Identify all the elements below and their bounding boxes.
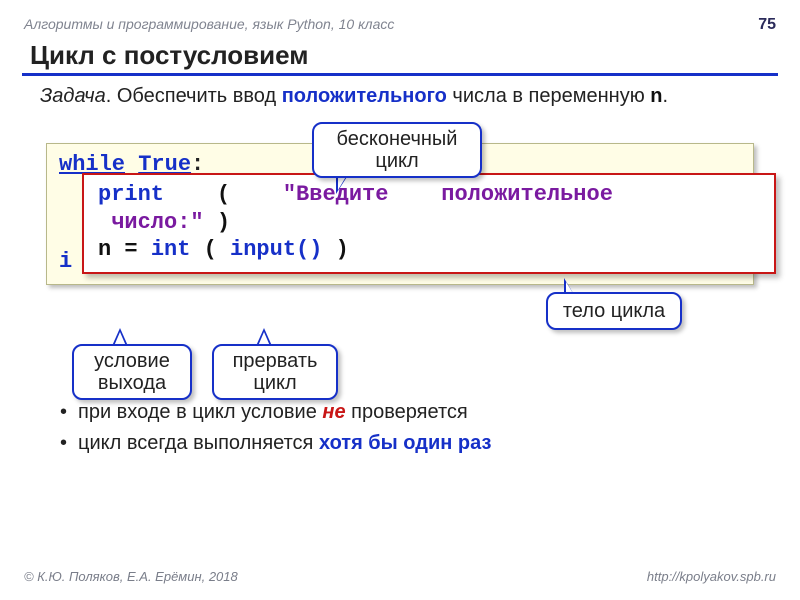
bullet-1: при входе в цикл условие не проверяется <box>60 401 784 424</box>
task-keyword: положительного <box>282 85 447 107</box>
tok-open2: ( <box>204 237 217 262</box>
callout-infinite-loop: бесконечный цикл <box>312 122 482 178</box>
footer-right: http://kpolyakov.spb.ru <box>647 569 776 584</box>
footer: © К.Ю. Поляков, Е.А. Ерёмин, 2018 http:/… <box>24 569 776 584</box>
b1-post: проверяется <box>346 401 468 423</box>
topbar: Алгоритмы и программирование, язык Pytho… <box>16 12 784 34</box>
code-inner-line2: n = int ( input() ) <box>98 236 764 264</box>
tok-input: input() <box>230 237 322 262</box>
footer-left: © К.Ю. Поляков, Е.А. Ерёмин, 2018 <box>24 569 238 584</box>
callout-loop-body: тело цикла <box>546 292 682 330</box>
page-title: Цикл с постусловием <box>22 34 778 76</box>
code-inner-line1: print ( "Введите положительное <box>98 181 764 209</box>
b1-pre: при входе в цикл условие <box>78 401 322 423</box>
tok-int: int <box>151 237 191 262</box>
tok-close: ) <box>217 210 230 235</box>
b2-em: хотя бы один раз <box>319 432 491 454</box>
breadcrumb: Алгоритмы и программирование, язык Pytho… <box>24 16 394 34</box>
tok-eq: = <box>124 237 137 262</box>
code-inner: print ( "Введите положительное число:" )… <box>82 173 776 274</box>
tok-open: ( <box>217 182 230 207</box>
b1-em: не <box>322 401 345 423</box>
task-t1: . Обеспечить ввод <box>106 85 282 107</box>
task-t2: числа в переменную <box>447 85 650 107</box>
tok-n: n <box>98 237 111 262</box>
bullet-2: цикл всегда выполняется хотя бы один раз <box>60 432 784 455</box>
b2-pre: цикл всегда выполняется <box>78 432 319 454</box>
tok-print: print <box>98 182 164 207</box>
tok-close2: ) <box>336 237 349 262</box>
code-inner-line1b: число:" ) <box>98 209 764 237</box>
tok-i: i <box>59 249 72 274</box>
callout-exit-cond: условие выхода <box>72 344 192 400</box>
tok-str2: положительное <box>441 182 613 207</box>
tok-str3: число:" <box>111 210 203 235</box>
callout-break: прервать цикл <box>212 344 338 400</box>
task-t3: . <box>663 85 669 107</box>
slide: Алгоритмы и программирование, язык Pytho… <box>16 12 784 588</box>
task-var: n <box>650 85 662 107</box>
task-label: Задача <box>40 85 106 107</box>
page-number: 75 <box>758 16 776 34</box>
bullet-list: при входе в цикл условие не проверяется … <box>60 401 784 455</box>
task-text: Задача. Обеспечить ввод положительного ч… <box>16 84 784 109</box>
